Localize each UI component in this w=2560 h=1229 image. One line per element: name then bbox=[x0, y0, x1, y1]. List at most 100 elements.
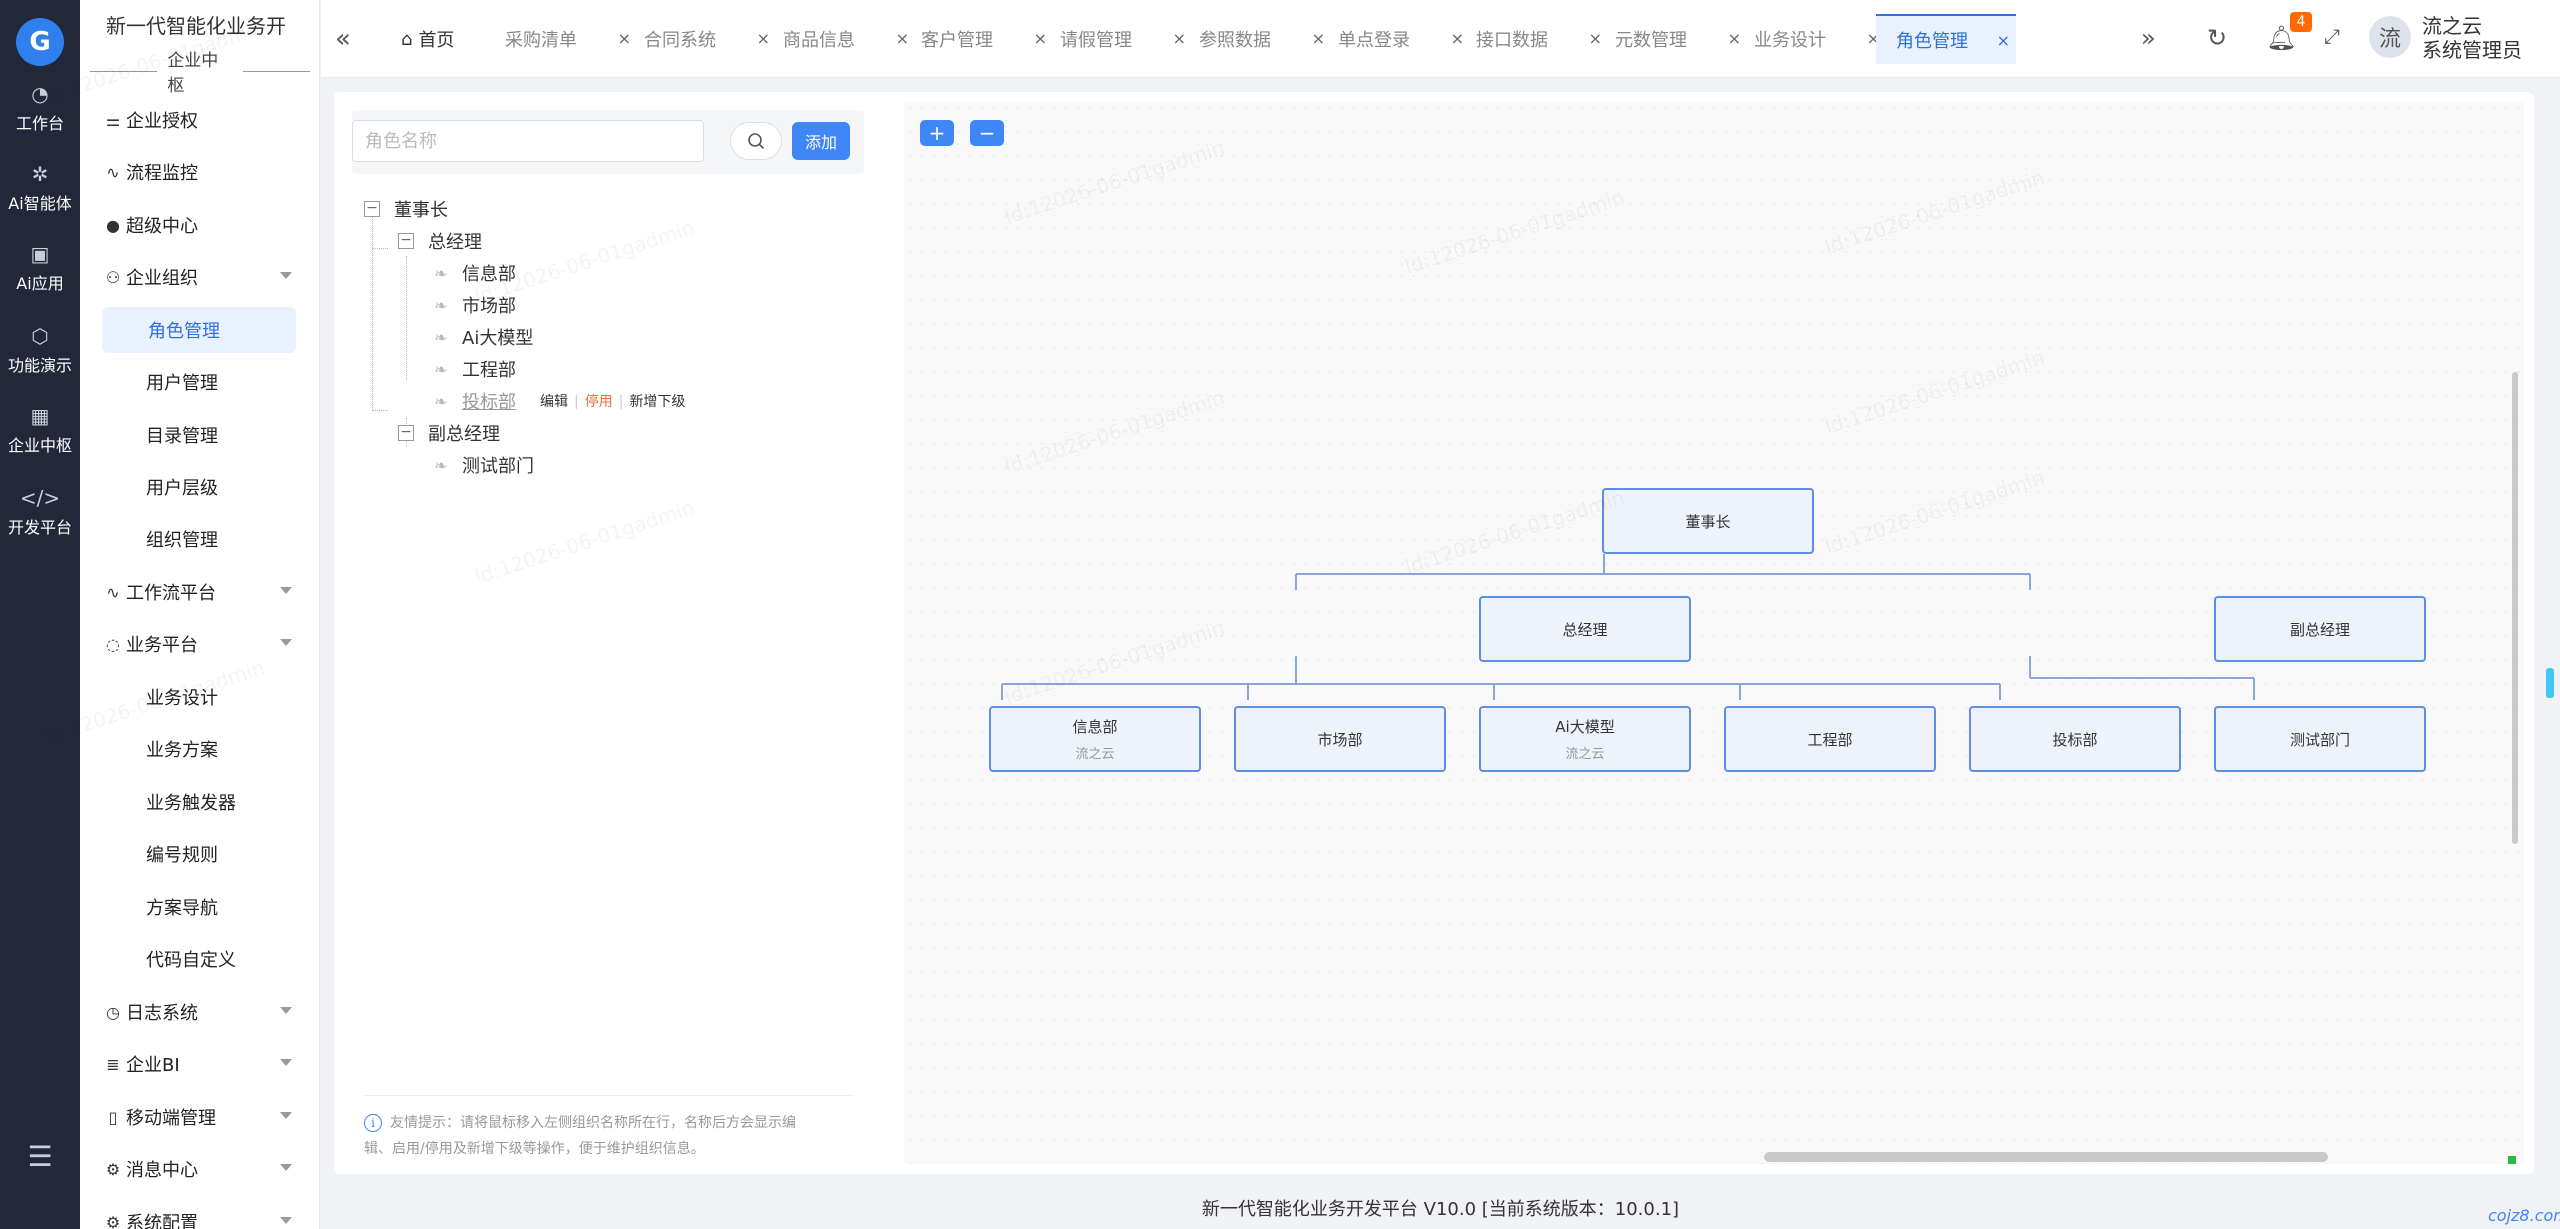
chevron-down-icon bbox=[280, 1059, 292, 1066]
menu-item-numbering-rules[interactable]: 编号规则 bbox=[100, 831, 300, 877]
menu-item-user-level[interactable]: 用户层级 bbox=[100, 464, 300, 510]
collapse-toggle-icon[interactable]: − bbox=[398, 425, 414, 441]
menu-item-business-plan[interactable]: 业务方案 bbox=[100, 726, 300, 772]
org-node-engineering-dept[interactable]: 工程部 bbox=[1724, 706, 1936, 772]
menu-toggle-icon[interactable]: ☰ bbox=[22, 1138, 58, 1174]
org-node-general-manager[interactable]: 总经理 bbox=[1479, 596, 1691, 662]
notification-badge: 4 bbox=[2290, 12, 2312, 32]
rail-item-ai-app[interactable]: ▣ Ai应用 bbox=[0, 236, 80, 302]
org-node-info-dept[interactable]: 信息部 流之云 bbox=[989, 706, 1201, 772]
app-rail: G ◔ 工作台 ✲ Ai智能体 ▣ Ai应用 ⬡ 功能演示 ▦ 企业中枢 </>… bbox=[0, 0, 80, 1229]
tab-role-management[interactable]: 角色管理 × bbox=[1876, 14, 2016, 64]
home-icon: ⌂ bbox=[401, 28, 413, 50]
rail-item-enterprise-hub[interactable]: ▦ 企业中枢 bbox=[0, 398, 80, 464]
org-chart-canvas[interactable]: + − 董事长 总经理 副总经理 信息部 流之云 市场部 Ai大模型 流之云 工… bbox=[904, 102, 2524, 1164]
rail-item-demo[interactable]: ⬡ 功能演示 bbox=[0, 318, 80, 384]
tree-node-general-manager[interactable]: − 总经理 bbox=[398, 226, 482, 256]
search-button[interactable] bbox=[730, 122, 782, 160]
menu-item-system-config[interactable]: ⚙ 系统配置 bbox=[100, 1199, 300, 1229]
close-icon[interactable]: × bbox=[1312, 29, 1325, 48]
menu-item-enterprise-bi[interactable]: ≣ 企业BI bbox=[100, 1041, 300, 1087]
side-drawer-handle[interactable] bbox=[2546, 668, 2554, 698]
avatar[interactable]: 流 bbox=[2369, 16, 2411, 58]
menu-item-plan-navigation[interactable]: 方案导航 bbox=[100, 884, 300, 930]
tree-node-ai-model[interactable]: ❧ Ai大模型 bbox=[430, 322, 533, 352]
close-icon[interactable]: × bbox=[1034, 29, 1047, 48]
menu-item-process-monitor[interactable]: ∿ 流程监控 bbox=[100, 149, 300, 195]
tree-node-vice-general-manager[interactable]: − 副总经理 bbox=[398, 418, 500, 448]
close-icon[interactable]: × bbox=[1589, 29, 1602, 48]
tree-node-chairman[interactable]: − 董事长 bbox=[364, 194, 448, 224]
menu-item-workflow-platform[interactable]: ∿ 工作流平台 bbox=[100, 569, 300, 615]
role-name-input[interactable] bbox=[352, 120, 704, 162]
more-tabs-icon[interactable]: » bbox=[2141, 24, 2156, 52]
close-icon[interactable]: × bbox=[1173, 29, 1186, 48]
tab-interface-data[interactable]: 接口数据 × bbox=[1476, 14, 1602, 64]
menu-item-log-system[interactable]: ◷ 日志系统 bbox=[100, 989, 300, 1035]
menu-item-directory-management[interactable]: 目录管理 bbox=[100, 412, 300, 458]
collapse-sidebar-icon[interactable]: « bbox=[335, 24, 351, 54]
logo-icon[interactable]: G bbox=[16, 18, 64, 66]
org-node-vice-general-manager[interactable]: 副总经理 bbox=[2214, 596, 2426, 662]
menu-item-business-platform[interactable]: ◌ 业务平台 bbox=[100, 621, 300, 667]
tab-business-design[interactable]: 业务设计 × bbox=[1754, 14, 1880, 64]
add-button[interactable]: 添加 bbox=[792, 122, 850, 160]
fire-icon: ● bbox=[106, 215, 120, 235]
close-icon[interactable]: × bbox=[1451, 29, 1464, 48]
tab-metadata-management[interactable]: 元数管理 × bbox=[1615, 14, 1741, 64]
menu-item-enterprise-auth[interactable]: ⚌ 企业授权 bbox=[100, 97, 300, 143]
close-icon[interactable]: × bbox=[618, 29, 631, 48]
vertical-scrollbar[interactable] bbox=[2512, 372, 2518, 844]
tree-node-test-dept[interactable]: ❧ 测试部门 bbox=[430, 450, 534, 480]
fullscreen-icon[interactable]: ⤢ bbox=[2324, 24, 2340, 48]
org-node-test-dept[interactable]: 测试部门 bbox=[2214, 706, 2426, 772]
menu-item-business-design[interactable]: 业务设计 bbox=[100, 674, 300, 720]
menu-item-super-center[interactable]: ● 超级中心 bbox=[100, 202, 300, 248]
menu-item-business-trigger[interactable]: 业务触发器 bbox=[100, 779, 300, 825]
menu-item-enterprise-org[interactable]: ⚇ 企业组织 bbox=[100, 254, 300, 300]
tree-line bbox=[406, 256, 407, 380]
menu-item-role-management[interactable]: 角色管理 bbox=[102, 307, 296, 353]
menu-item-user-management[interactable]: 用户管理 bbox=[100, 359, 300, 405]
tab-leave-management[interactable]: 请假管理 × bbox=[1060, 14, 1186, 64]
org-node-bidding-dept[interactable]: 投标部 bbox=[1969, 706, 2181, 772]
close-icon[interactable]: × bbox=[757, 29, 770, 48]
close-icon[interactable]: × bbox=[1728, 29, 1741, 48]
collapse-toggle-icon[interactable]: − bbox=[364, 201, 380, 217]
horizontal-scrollbar[interactable] bbox=[1764, 1152, 2328, 1162]
menu-item-org-management[interactable]: 组织管理 bbox=[100, 516, 300, 562]
close-icon[interactable]: × bbox=[896, 29, 909, 48]
menu-item-code-custom[interactable]: 代码自定义 bbox=[100, 936, 300, 982]
gear-icon: ⚙ bbox=[105, 1212, 121, 1229]
disable-link[interactable]: 停用 bbox=[585, 394, 613, 410]
tree-node-bidding-dept[interactable]: ❧ 投标部 编辑 | 停用 | 新增下级 bbox=[430, 386, 685, 416]
menu-item-mobile-management[interactable]: ▯ 移动端管理 bbox=[100, 1094, 300, 1140]
tree-node-info-dept[interactable]: ❧ 信息部 bbox=[430, 258, 516, 288]
menu-item-message-center[interactable]: ⚙ 消息中心 bbox=[100, 1146, 300, 1192]
collapse-toggle-icon[interactable]: − bbox=[398, 233, 414, 249]
add-child-link[interactable]: 新增下级 bbox=[629, 394, 685, 410]
tab-home[interactable]: ⌂ 首页 bbox=[401, 14, 481, 64]
org-node-market-dept[interactable]: 市场部 bbox=[1234, 706, 1446, 772]
tree-node-engineering-dept[interactable]: ❧ 工程部 bbox=[430, 354, 516, 384]
tab-customer-management[interactable]: 客户管理 × bbox=[921, 14, 1047, 64]
rail-item-workbench[interactable]: ◔ 工作台 bbox=[0, 76, 80, 142]
pulse-icon: ∿ bbox=[106, 162, 120, 182]
edit-link[interactable]: 编辑 bbox=[540, 394, 568, 410]
tab-product-info[interactable]: 商品信息 × bbox=[783, 14, 909, 64]
tab-contract-system[interactable]: 合同系统 × bbox=[644, 14, 770, 64]
rail-item-label: 开发平台 bbox=[7, 518, 72, 537]
user-name[interactable]: 流之云 bbox=[2422, 14, 2482, 38]
rail-item-dev-platform[interactable]: </> 开发平台 bbox=[0, 480, 80, 546]
refresh-icon[interactable]: ↻ bbox=[2207, 24, 2227, 52]
tab-purchase-list[interactable]: 采购清单 × bbox=[505, 14, 631, 64]
rail-item-ai-agent[interactable]: ✲ Ai智能体 bbox=[0, 156, 80, 222]
tree-node-market-dept[interactable]: ❧ 市场部 bbox=[430, 290, 516, 320]
org-node-ai-model[interactable]: Ai大模型 流之云 bbox=[1479, 706, 1691, 772]
rail-item-label: 工作台 bbox=[15, 114, 64, 133]
chevron-down-icon bbox=[280, 1007, 292, 1014]
tab-reference-data[interactable]: 参照数据 × bbox=[1199, 14, 1325, 64]
close-icon[interactable]: × bbox=[1997, 31, 2010, 50]
org-node-chairman[interactable]: 董事长 bbox=[1602, 488, 1814, 554]
tab-sso[interactable]: 单点登录 × bbox=[1338, 14, 1464, 64]
